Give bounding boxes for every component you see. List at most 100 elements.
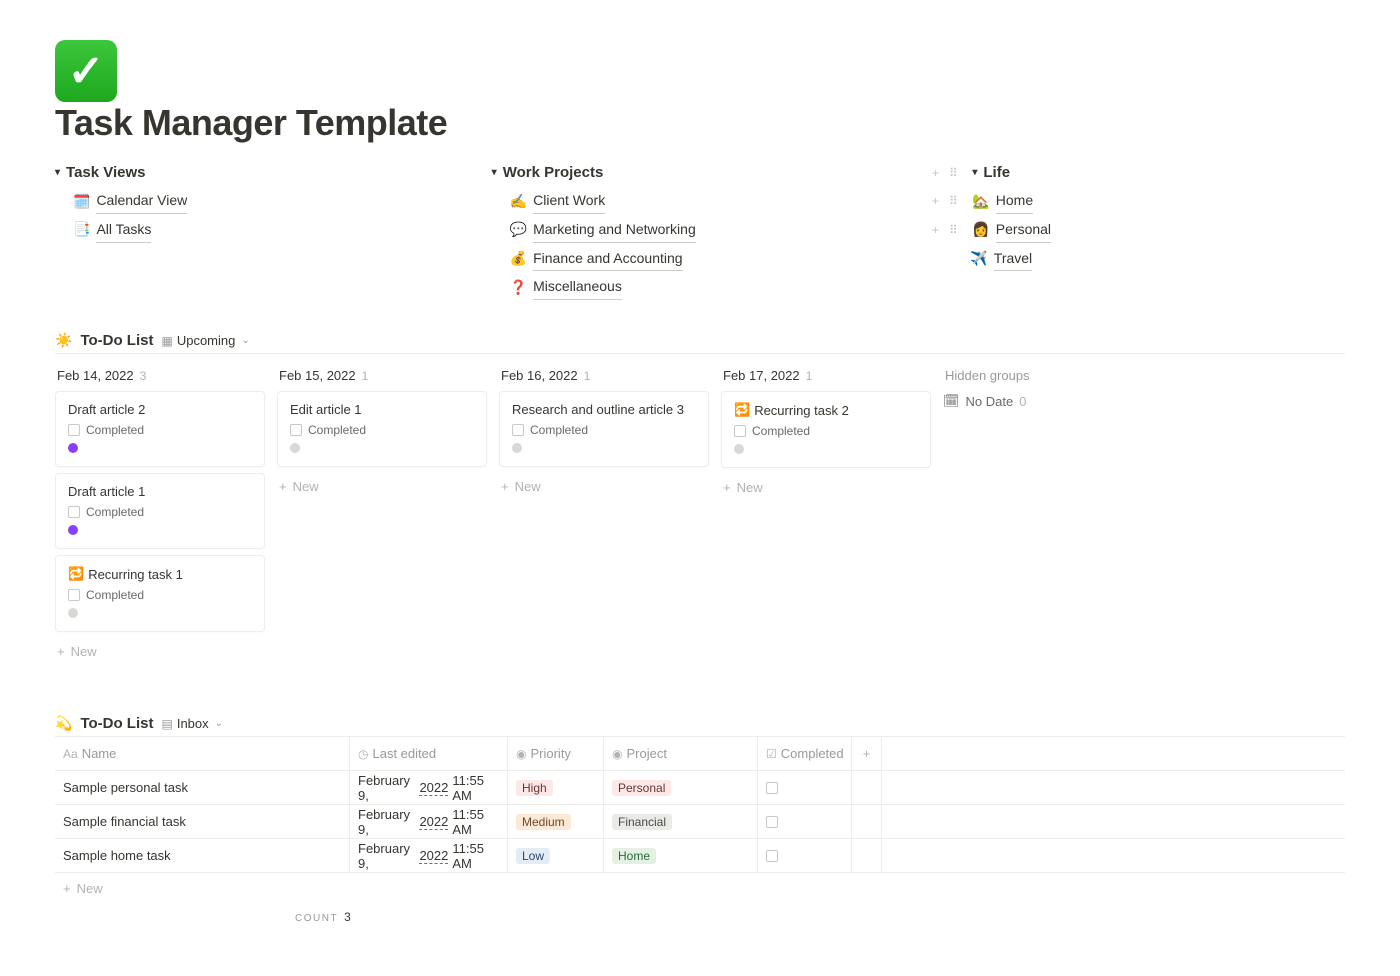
triangle-down-icon: ▾ [55,167,60,178]
group-header[interactable]: Feb 15, 20221 [279,368,487,383]
hidden-groups-col: Hidden groups 🗓 No Date 0 [943,364,1153,665]
page-emoji-icon: 💬 [510,218,527,242]
page-link[interactable]: 💰Finance and Accounting [492,245,909,274]
toggle-work-projects[interactable]: ▾ Work Projects [492,164,909,181]
checkbox-icon[interactable] [766,782,778,794]
toggle-life[interactable]: ▾ Life [972,164,1010,181]
view-selector-upcoming[interactable]: ▦ Upcoming ⌄ [161,333,249,348]
page-link[interactable]: ✈️ Travel [928,245,1345,274]
table-count-footer: COUNT 3 [55,904,1345,924]
checkbox-icon[interactable] [734,425,746,437]
hidden-groups-label[interactable]: Hidden groups [945,368,1153,383]
block-hover-controls[interactable]: +⠿ [928,220,960,240]
toggle-task-views[interactable]: ▾ Task Views [55,164,472,181]
db-icon: ☀️ [55,332,72,349]
page-link-label: Home [996,189,1033,214]
inbox-table: Aa Name ◷ Last edited ◉ Priority ◉ Proje… [55,736,1345,904]
group-header[interactable]: Feb 17, 20221 [723,368,931,383]
cell-completed[interactable] [758,805,852,838]
page-link[interactable]: 🗓️Calendar View [55,187,472,216]
drag-handle-icon[interactable]: ⠿ [946,166,960,180]
board-card[interactable]: Edit article 1 Completed [277,391,487,467]
cell-name[interactable]: Sample personal task [55,771,350,804]
cell-priority[interactable]: Low [508,839,604,872]
block-hover-controls[interactable]: + ⠿ [928,166,960,180]
board-card[interactable]: Research and outline article 3Completed [499,391,709,467]
page-emoji-icon: 📑 [73,218,90,242]
cell-priority[interactable]: High [508,771,604,804]
cell-completed[interactable] [758,771,852,804]
table-row[interactable]: Sample financial taskFebruary 9, 2022 11… [55,805,1345,839]
add-column-button[interactable]: + [852,737,882,770]
table-row[interactable]: Sample personal taskFebruary 9, 2022 11:… [55,771,1345,805]
checkbox-icon[interactable] [68,506,80,518]
cell-last-edited: February 9, 2022 11:55 AM [350,805,508,838]
table-row[interactable]: Sample home taskFebruary 9, 2022 11:55 A… [55,839,1345,873]
recurring-icon: 🔁 [68,566,84,582]
drag-handle-icon[interactable]: ⠿ [946,220,960,240]
plus-icon: + [57,644,65,659]
col-header-priority[interactable]: ◉ Priority [508,737,604,770]
db-title[interactable]: To-Do List [80,715,153,732]
chevron-down-icon: ⌄ [215,718,223,729]
board-new-card[interactable]: +New [721,474,931,501]
completed-label: Completed [86,505,144,519]
col-header-last-edited[interactable]: ◷ Last edited [350,737,508,770]
page-emoji-icon: ✈️ [970,247,987,271]
drag-handle-icon[interactable]: ⠿ [946,191,960,211]
col-label: Name [82,746,117,761]
page-link[interactable]: 💬Marketing and Networking [492,216,909,245]
page-link[interactable]: +⠿🏡Home [928,187,1345,216]
page-link-label: Finance and Accounting [533,247,682,272]
cell-priority[interactable]: Medium [508,805,604,838]
card-title: Edit article 1 [290,402,474,417]
checkbox-icon[interactable] [766,816,778,828]
checkbox-icon[interactable] [290,424,302,436]
checkbox-icon[interactable] [68,424,80,436]
table-new-row[interactable]: + New [55,873,1345,904]
page-link[interactable]: +⠿👩Personal [928,216,1345,245]
board-card[interactable]: 🔁Recurring task 1Completed [55,555,265,632]
cell-project[interactable]: Home [604,839,758,872]
col-header-completed[interactable]: ☑ Completed [758,737,852,770]
priority-tag: Medium [516,814,571,830]
board-card[interactable]: Draft article 2Completed [55,391,265,467]
db-icon: 💫 [55,715,72,732]
no-date-count: 0 [1019,394,1026,409]
checkbox-icon[interactable] [68,589,80,601]
page-link[interactable]: ✍️Client Work [492,187,909,216]
completed-label: Completed [308,423,366,437]
db-title[interactable]: To-Do List [80,332,153,349]
board-card[interactable]: Draft article 1Completed [55,473,265,549]
group-date: Feb 15, 2022 [279,368,356,383]
page-icon[interactable]: ✓ [55,40,117,102]
group-date: Feb 16, 2022 [501,368,578,383]
page-link[interactable]: ❓Miscellaneous [492,273,909,302]
plus-icon[interactable]: + [928,220,942,240]
page-link[interactable]: 📑All Tasks [55,216,472,245]
checkbox-icon[interactable] [766,850,778,862]
cell-name[interactable]: Sample financial task [55,805,350,838]
col-label: Priority [530,746,570,761]
view-selector-inbox[interactable]: ▤ Inbox ⌄ [161,716,223,731]
cell-project[interactable]: Personal [604,771,758,804]
cell-completed[interactable] [758,839,852,872]
group-header[interactable]: Feb 14, 20223 [57,368,265,383]
board-card[interactable]: 🔁Recurring task 2Completed [721,391,931,468]
board-new-card[interactable]: +New [499,473,709,500]
col-header-name[interactable]: Aa Name [55,737,350,770]
plus-icon[interactable]: + [928,191,942,211]
no-date-group[interactable]: 🗓 No Date 0 [943,393,1153,409]
col-header-project[interactable]: ◉ Project [604,737,758,770]
board-new-card[interactable]: +New [55,638,265,665]
page-emoji-icon: 🗓️ [73,190,90,214]
checkbox-icon[interactable] [512,424,524,436]
plus-icon[interactable]: + [928,166,942,180]
cell-name[interactable]: Sample home task [55,839,350,872]
card-title-text: Recurring task 1 [88,567,183,582]
page-link-label: Travel [994,247,1032,272]
cell-project[interactable]: Financial [604,805,758,838]
block-hover-controls[interactable]: +⠿ [928,191,960,211]
group-header[interactable]: Feb 16, 20221 [501,368,709,383]
board-new-card[interactable]: +New [277,473,487,500]
